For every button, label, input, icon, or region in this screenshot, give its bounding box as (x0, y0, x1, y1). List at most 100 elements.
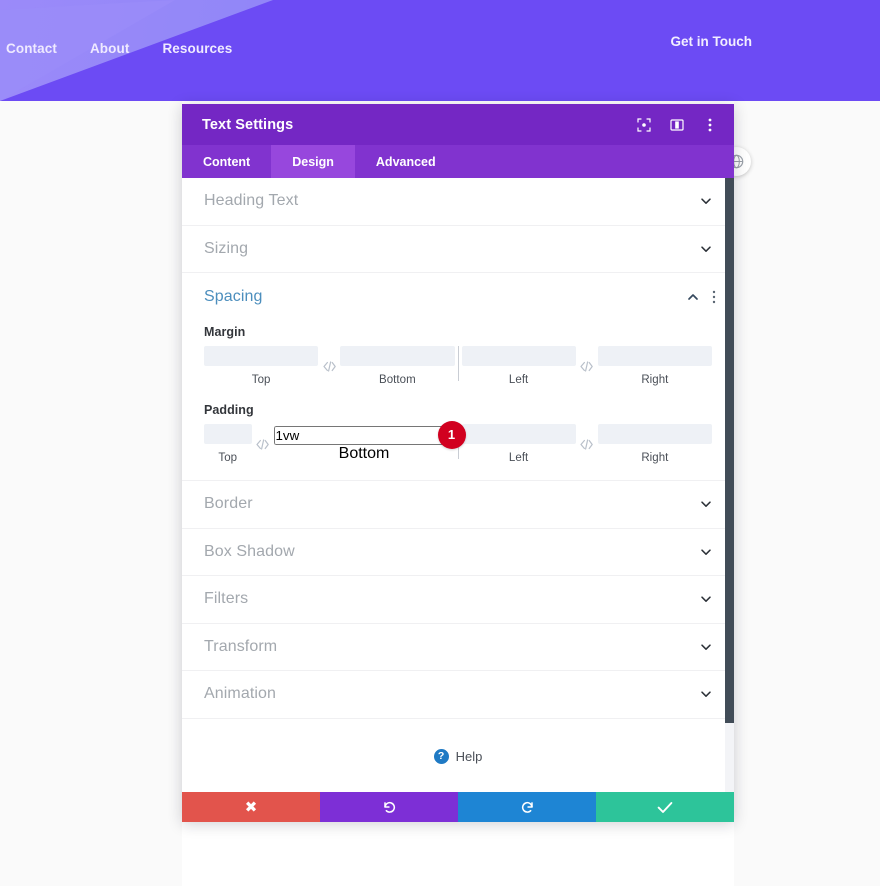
padding-label: Padding (204, 403, 254, 417)
margin-label: Margin (204, 325, 246, 339)
margin-left-input[interactable] (461, 346, 576, 366)
redo-icon (521, 801, 533, 813)
padding-horizontal-pair: Left Right (461, 424, 712, 464)
text-settings-modal: Text Settings Content Design Advanced He… (182, 104, 734, 822)
padding-bottom-input[interactable] (273, 425, 455, 445)
padding-right-input[interactable] (597, 424, 712, 444)
margin-left-label: Left (508, 374, 529, 386)
tab-design[interactable]: Design (271, 145, 355, 178)
padding-top-input[interactable] (204, 424, 252, 444)
redo-button[interactable] (458, 792, 596, 822)
undo-icon (383, 801, 395, 813)
tab-advanced[interactable]: Advanced (355, 145, 457, 178)
nav-link-contact[interactable]: Contact (6, 41, 57, 56)
close-icon: ✖ (244, 798, 258, 816)
chevron-down-icon (701, 549, 711, 555)
modal-titlebar: Text Settings (182, 104, 734, 145)
chevron-down-icon (701, 596, 711, 603)
section-filters[interactable]: Filters (182, 576, 734, 624)
margin-top-label: Top (251, 374, 271, 386)
chevron-up-icon[interactable] (686, 290, 700, 304)
site-header: Contact About Resources Get in Touch (0, 0, 880, 101)
margin-right-label: Right (641, 374, 669, 386)
page-gutter-right (734, 101, 880, 886)
section-spacing-header-icons (686, 289, 716, 305)
modal-action-bar: ✖ (182, 792, 734, 822)
nav-link-about[interactable]: About (90, 41, 129, 56)
section-label: Sizing (204, 239, 249, 257)
focus-icon (637, 117, 651, 132)
section-label: Animation (204, 685, 277, 703)
margin-horizontal-link-icon-wrap[interactable] (576, 356, 598, 376)
get-in-touch-link[interactable]: Get in Touch (671, 34, 753, 49)
save-button[interactable] (596, 792, 734, 822)
section-animation[interactable]: Animation (182, 671, 734, 719)
section-label: Spacing (204, 288, 263, 305)
margin-bottom-label: Bottom (379, 374, 416, 386)
modal-scrollbar-track[interactable] (725, 178, 734, 792)
margin-left-cell: Left (461, 346, 576, 386)
margin-vertical-link-icon-wrap[interactable] (318, 356, 340, 376)
margin-field-group: Margin Top Bottom Left Right (182, 325, 734, 386)
section-spacing: Spacing Margin Top Bottom Left Right Pad… (182, 273, 734, 481)
section-transform[interactable]: Transform (182, 623, 734, 671)
section-label: Border (204, 495, 253, 513)
padding-left-input[interactable] (461, 424, 576, 444)
margin-right-input[interactable] (597, 346, 712, 366)
titlebar-icon-group (636, 117, 718, 133)
padding-right-cell: Right (597, 424, 712, 464)
margin-vertical-pair: Top Bottom (204, 346, 455, 386)
section-box-shadow[interactable]: Box Shadow (182, 528, 734, 576)
code-link-icon (323, 360, 336, 372)
section-border[interactable]: Border (182, 481, 734, 529)
padding-horizontal-link-icon-wrap[interactable] (576, 434, 598, 454)
chevron-down-icon (701, 644, 711, 650)
section-spacing-header[interactable]: Spacing (182, 273, 734, 321)
section-label: Filters (204, 590, 249, 608)
chevron-down-icon (701, 246, 711, 252)
undo-button[interactable] (320, 792, 458, 822)
more-vertical-icon (708, 118, 712, 131)
padding-top-label: Top (218, 452, 238, 464)
chevron-down-icon (701, 198, 711, 205)
padding-quad: Top 1vw 1 Bottom Left Right (204, 420, 712, 464)
padding-bottom-label: Bottom (338, 444, 390, 462)
padding-top-cell: Top (204, 424, 252, 464)
more-vertical-icon[interactable] (712, 289, 716, 305)
focus-icon-button[interactable] (636, 117, 652, 133)
page-root: Contact About Resources Get in Touch Tex… (0, 0, 880, 886)
margin-group-divider (457, 346, 459, 381)
page-gutter-left (0, 101, 182, 886)
margin-bottom-input[interactable] (340, 346, 455, 366)
more-vertical-icon-button[interactable] (702, 117, 718, 133)
code-link-icon (256, 438, 269, 450)
section-label: Transform (204, 637, 278, 655)
padding-vertical-link-icon-wrap[interactable] (252, 434, 274, 454)
section-label: Box Shadow (204, 542, 295, 560)
split-view-icon (670, 118, 684, 131)
margin-horizontal-pair: Left Right (461, 346, 712, 386)
margin-quad: Top Bottom Left Right (204, 346, 712, 386)
section-sizing[interactable]: Sizing (182, 225, 734, 273)
code-link-icon (580, 438, 594, 450)
modal-scrollbar-thumb[interactable] (725, 178, 734, 723)
cancel-button[interactable]: ✖ (182, 792, 320, 822)
tab-content[interactable]: Content (182, 145, 271, 178)
padding-left-label: Left (508, 452, 529, 464)
margin-bottom-cell: Bottom (340, 346, 455, 386)
margin-top-input[interactable] (204, 346, 319, 366)
split-view-icon-button[interactable] (669, 117, 685, 133)
code-link-icon (580, 360, 594, 372)
chevron-down-icon (701, 501, 711, 508)
site-navigation: Contact About Resources (6, 41, 232, 56)
chevron-down-icon (701, 691, 711, 698)
modal-tab-bar: Content Design Advanced (182, 145, 734, 178)
section-label: Heading Text (204, 192, 299, 210)
margin-right-cell: Right (597, 346, 712, 386)
padding-field-group: Padding Top 1vw 1 Bottom Left Right (182, 403, 734, 464)
nav-link-resources[interactable]: Resources (162, 41, 232, 56)
step-badge-1: 1 (437, 420, 466, 449)
help-row[interactable]: ? Help (182, 718, 734, 792)
section-heading-text[interactable]: Heading Text (182, 178, 734, 226)
padding-bottom-cell: 1 Bottom (273, 420, 466, 463)
